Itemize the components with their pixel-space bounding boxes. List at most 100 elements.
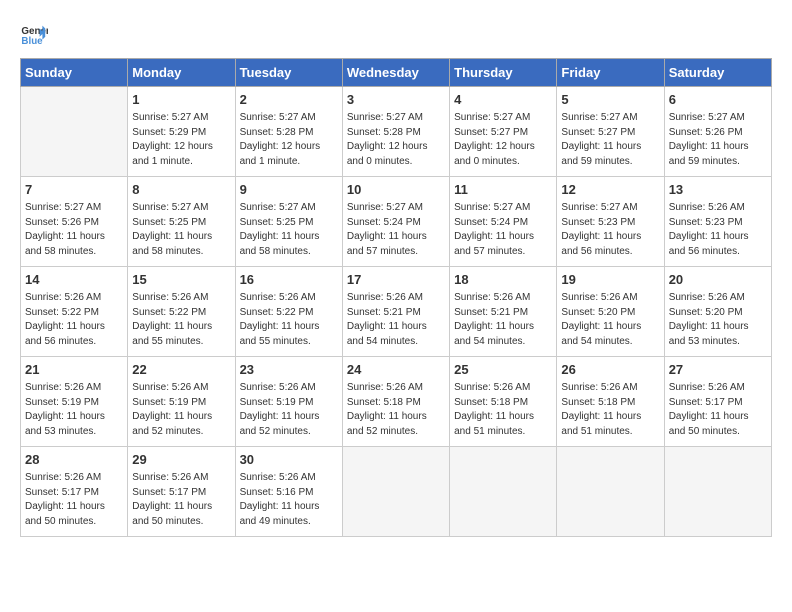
day-number: 28 [25, 451, 123, 469]
header-thursday: Thursday [450, 59, 557, 87]
week-row-4: 21 Sunrise: 5:26 AM Sunset: 5:19 PM Dayli… [21, 357, 772, 447]
calendar-cell: 9 Sunrise: 5:27 AM Sunset: 5:25 PM Daylig… [235, 177, 342, 267]
day-number: 16 [240, 271, 338, 289]
calendar-table: SundayMondayTuesdayWednesdayThursdayFrid… [20, 58, 772, 537]
header-tuesday: Tuesday [235, 59, 342, 87]
day-number: 12 [561, 181, 659, 199]
calendar-cell [342, 447, 449, 537]
day-info: Sunrise: 5:27 AM Sunset: 5:24 PM Dayligh… [347, 201, 445, 259]
day-info: Sunrise: 5:26 AM Sunset: 5:23 PM Dayligh… [669, 201, 767, 259]
day-number: 14 [25, 271, 123, 289]
calendar-cell: 7 Sunrise: 5:27 AM Sunset: 5:26 PM Daylig… [21, 177, 128, 267]
day-number: 3 [347, 91, 445, 109]
day-number: 24 [347, 361, 445, 379]
day-number: 2 [240, 91, 338, 109]
day-number: 26 [561, 361, 659, 379]
day-number: 25 [454, 361, 552, 379]
calendar-cell: 29 Sunrise: 5:26 AM Sunset: 5:17 PM Dayli… [128, 447, 235, 537]
day-info: Sunrise: 5:26 AM Sunset: 5:22 PM Dayligh… [25, 291, 123, 349]
calendar-cell: 20 Sunrise: 5:26 AM Sunset: 5:20 PM Dayli… [664, 267, 771, 357]
calendar-cell: 21Sunrise: 5:26 AM Sunset: 5:19 PM Dayli… [21, 357, 128, 447]
calendar-cell: 15 Sunrise: 5:26 AM Sunset: 5:22 PM Dayli… [128, 267, 235, 357]
day-number: 19 [561, 271, 659, 289]
calendar-cell: 12 Sunrise: 5:27 AM Sunset: 5:23 PM Dayli… [557, 177, 664, 267]
day-info: Sunrise: 5:26 AM Sunset: 5:21 PM Dayligh… [347, 291, 445, 349]
day-number: 11 [454, 181, 552, 199]
day-info: Sunrise: 5:26 AM Sunset: 5:22 PM Dayligh… [240, 291, 338, 349]
day-info: Sunrise: 5:26 AM Sunset: 5:17 PM Dayligh… [132, 471, 230, 529]
calendar-cell: 24 Sunrise: 5:26 AM Sunset: 5:18 PM Dayli… [342, 357, 449, 447]
day-number: 22 [132, 361, 230, 379]
calendar-cell: 10Sunrise: 5:27 AM Sunset: 5:24 PM Dayli… [342, 177, 449, 267]
day-info: Sunrise: 5:26 AM Sunset: 5:22 PM Dayligh… [132, 291, 230, 349]
day-number: 5 [561, 91, 659, 109]
day-info: Sunrise: 5:26 AM Sunset: 5:17 PM Dayligh… [25, 471, 123, 529]
day-info: Sunrise: 5:27 AM Sunset: 5:27 PM Dayligh… [454, 111, 552, 169]
header-saturday: Saturday [664, 59, 771, 87]
week-row-2: 7 Sunrise: 5:27 AM Sunset: 5:26 PM Daylig… [21, 177, 772, 267]
calendar-cell: 17 Sunrise: 5:26 AM Sunset: 5:21 PM Dayli… [342, 267, 449, 357]
day-info: Sunrise: 5:27 AM Sunset: 5:23 PM Dayligh… [561, 201, 659, 259]
header-sunday: Sunday [21, 59, 128, 87]
day-info: Sunrise: 5:27 AM Sunset: 5:29 PM Dayligh… [132, 111, 230, 169]
day-info: Sunrise: 5:27 AM Sunset: 5:25 PM Dayligh… [240, 201, 338, 259]
day-info: Sunrise: 5:26 AM Sunset: 5:18 PM Dayligh… [347, 381, 445, 439]
day-info: Sunrise: 5:26 AM Sunset: 5:18 PM Dayligh… [454, 381, 552, 439]
calendar-cell: 30 Sunrise: 5:26 AM Sunset: 5:16 PM Dayli… [235, 447, 342, 537]
day-info: Sunrise: 5:27 AM Sunset: 5:27 PM Dayligh… [561, 111, 659, 169]
day-info: Sunrise: 5:27 AM Sunset: 5:25 PM Dayligh… [132, 201, 230, 259]
day-number: 30 [240, 451, 338, 469]
day-info: Sunrise: 5:26 AM Sunset: 5:20 PM Dayligh… [669, 291, 767, 349]
calendar-header-row: SundayMondayTuesdayWednesdayThursdayFrid… [21, 59, 772, 87]
day-number: 27 [669, 361, 767, 379]
calendar-cell: 1Sunrise: 5:27 AM Sunset: 5:29 PM Daylig… [128, 87, 235, 177]
logo: General Blue [20, 20, 52, 48]
calendar-cell: 3 Sunrise: 5:27 AM Sunset: 5:28 PM Daylig… [342, 87, 449, 177]
day-info: Sunrise: 5:26 AM Sunset: 5:19 PM Dayligh… [240, 381, 338, 439]
calendar-cell: 22Sunrise: 5:26 AM Sunset: 5:19 PM Dayli… [128, 357, 235, 447]
day-info: Sunrise: 5:27 AM Sunset: 5:26 PM Dayligh… [669, 111, 767, 169]
day-number: 20 [669, 271, 767, 289]
calendar-cell [21, 87, 128, 177]
day-info: Sunrise: 5:26 AM Sunset: 5:20 PM Dayligh… [561, 291, 659, 349]
day-info: Sunrise: 5:26 AM Sunset: 5:21 PM Dayligh… [454, 291, 552, 349]
calendar-cell: 5 Sunrise: 5:27 AM Sunset: 5:27 PM Daylig… [557, 87, 664, 177]
svg-text:Blue: Blue [21, 36, 43, 47]
day-info: Sunrise: 5:26 AM Sunset: 5:16 PM Dayligh… [240, 471, 338, 529]
day-number: 7 [25, 181, 123, 199]
calendar-cell: 8Sunrise: 5:27 AM Sunset: 5:25 PM Daylig… [128, 177, 235, 267]
day-number: 6 [669, 91, 767, 109]
calendar-cell [664, 447, 771, 537]
week-row-3: 14 Sunrise: 5:26 AM Sunset: 5:22 PM Dayli… [21, 267, 772, 357]
day-info: Sunrise: 5:27 AM Sunset: 5:28 PM Dayligh… [240, 111, 338, 169]
page-header: General Blue [20, 20, 772, 48]
day-number: 18 [454, 271, 552, 289]
calendar-cell: 26 Sunrise: 5:26 AM Sunset: 5:18 PM Dayli… [557, 357, 664, 447]
day-number: 9 [240, 181, 338, 199]
calendar-cell: 23Sunrise: 5:26 AM Sunset: 5:19 PM Dayli… [235, 357, 342, 447]
calendar-cell: 11 Sunrise: 5:27 AM Sunset: 5:24 PM Dayli… [450, 177, 557, 267]
header-wednesday: Wednesday [342, 59, 449, 87]
calendar-cell [450, 447, 557, 537]
calendar-cell: 4 Sunrise: 5:27 AM Sunset: 5:27 PM Daylig… [450, 87, 557, 177]
day-number: 21 [25, 361, 123, 379]
day-number: 4 [454, 91, 552, 109]
day-info: Sunrise: 5:27 AM Sunset: 5:26 PM Dayligh… [25, 201, 123, 259]
day-number: 29 [132, 451, 230, 469]
day-info: Sunrise: 5:26 AM Sunset: 5:18 PM Dayligh… [561, 381, 659, 439]
week-row-5: 28 Sunrise: 5:26 AM Sunset: 5:17 PM Dayli… [21, 447, 772, 537]
day-info: Sunrise: 5:27 AM Sunset: 5:28 PM Dayligh… [347, 111, 445, 169]
header-monday: Monday [128, 59, 235, 87]
calendar-cell: 18 Sunrise: 5:26 AM Sunset: 5:21 PM Dayli… [450, 267, 557, 357]
day-info: Sunrise: 5:26 AM Sunset: 5:17 PM Dayligh… [669, 381, 767, 439]
calendar-cell: 27 Sunrise: 5:26 AM Sunset: 5:17 PM Dayli… [664, 357, 771, 447]
day-info: Sunrise: 5:27 AM Sunset: 5:24 PM Dayligh… [454, 201, 552, 259]
calendar-cell: 16 Sunrise: 5:26 AM Sunset: 5:22 PM Dayli… [235, 267, 342, 357]
calendar-cell: 14 Sunrise: 5:26 AM Sunset: 5:22 PM Dayli… [21, 267, 128, 357]
day-number: 17 [347, 271, 445, 289]
logo-icon: General Blue [20, 20, 48, 48]
header-friday: Friday [557, 59, 664, 87]
calendar-cell: 19 Sunrise: 5:26 AM Sunset: 5:20 PM Dayli… [557, 267, 664, 357]
calendar-cell [557, 447, 664, 537]
day-number: 15 [132, 271, 230, 289]
